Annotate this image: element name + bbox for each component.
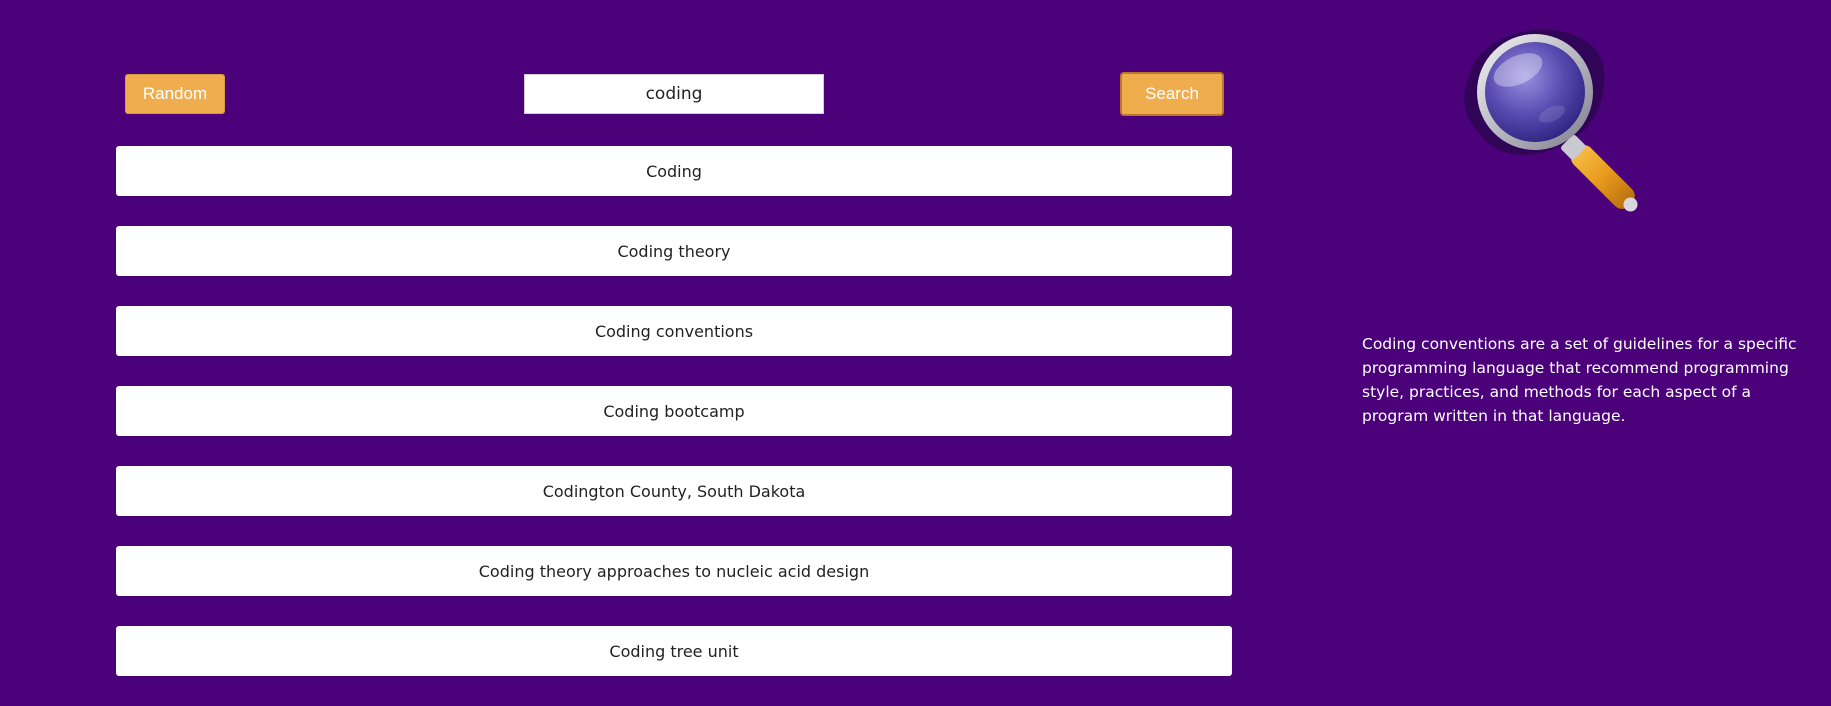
search-button[interactable]: Search [1120,72,1224,116]
description-text: Coding conventions are a set of guidelin… [1362,335,1797,425]
result-item[interactable]: Coding conventions [116,306,1232,356]
magnifying-glass-icon [1440,14,1660,214]
result-item[interactable]: Coding theory [116,226,1232,276]
result-item[interactable]: Coding [116,146,1232,196]
result-item[interactable]: Codington County, South Dakota [116,466,1232,516]
result-item[interactable]: Coding tree unit [116,626,1232,676]
search-input[interactable] [524,74,824,114]
result-item[interactable]: Coding bootcamp [116,386,1232,436]
random-button[interactable]: Random [125,74,225,114]
results-list: Coding Coding theory Coding conventions … [116,146,1232,706]
result-item[interactable]: Coding theory approaches to nucleic acid… [116,546,1232,596]
